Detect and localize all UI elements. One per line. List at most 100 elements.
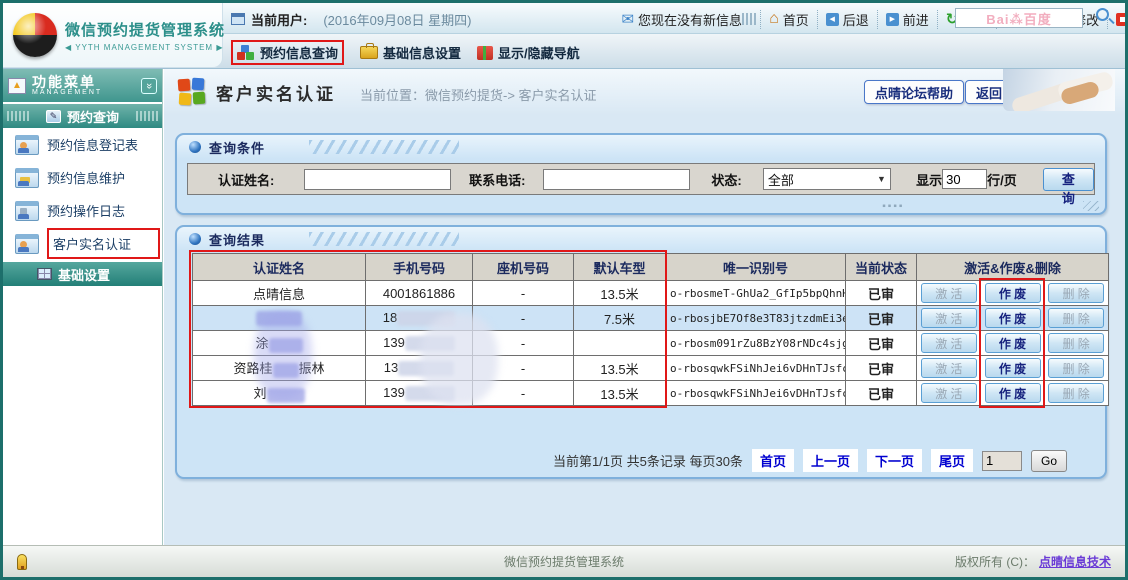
mobile-cell: 139 [366, 331, 473, 356]
query-panel-header: 查询条件 [177, 135, 1105, 159]
uid-cell: o-rbosm091rZu8BzY08rNDc4sjgw [666, 331, 846, 356]
activate-button: 激 活 [921, 383, 977, 403]
contact-phone-input[interactable] [543, 169, 690, 190]
monitor-icon [15, 201, 39, 221]
stripe-decoration [136, 111, 158, 121]
page-blocks-icon [178, 78, 206, 106]
pagination-bar: 当前第1/1页 共5条记录 每页30条 首页 上一页 下一页 尾页 Go [553, 449, 1067, 472]
sidebar-section-appointment-query[interactable]: ✎ 预约查询 [3, 104, 162, 128]
actions-cell: 激 活 作 废 删 除 [917, 356, 1109, 381]
truck-cell: 13.5米 [574, 356, 666, 381]
table-row: 刘 139 - 13.5米 o-rbosqwkFSiNhJei6vDHnTJsf… [193, 381, 1109, 406]
auth-name-cell[interactable]: 点晴信息 [193, 281, 366, 306]
first-page-link[interactable]: 首页 [752, 449, 794, 472]
col-auth-name: 认证姓名 [193, 254, 366, 281]
page-number-input[interactable] [982, 451, 1022, 471]
app-subtitle: ◀ YYTH MANAGEMENT SYSTEM ▶ [65, 43, 225, 52]
go-button[interactable]: Go [1031, 450, 1067, 472]
actions-cell: 激 活 作 废 删 除 [917, 381, 1109, 406]
pencil-icon: ✎ [46, 110, 61, 123]
mobile-cell: 139 [366, 381, 473, 406]
rows-per-page-input[interactable] [942, 169, 987, 189]
redacted-blob [405, 386, 455, 401]
mobile-cell: 18 [366, 306, 473, 331]
table-row: 资路桂振林 13 - 13.5米 o-rbosqwkFSiNhJei6vDHnT… [193, 356, 1109, 381]
status-select[interactable]: 全部 ▼ [763, 168, 891, 190]
invalidate-button[interactable]: 作 废 [985, 308, 1041, 328]
nav-item-toggle-sidebar[interactable]: 显示/隐藏导航 [477, 43, 580, 62]
activate-button: 激 活 [921, 333, 977, 353]
auth-name-input[interactable] [304, 169, 451, 190]
prev-page-link[interactable]: 上一页 [803, 449, 858, 472]
mobile-cell: 13 [366, 356, 473, 381]
auth-name-cell[interactable]: 刘 [193, 381, 366, 406]
activate-button: 激 活 [921, 283, 977, 303]
redacted-blob [269, 338, 303, 353]
app-window: 微信预约提货管理系统 ◀ YYTH MANAGEMENT SYSTEM ▶ 当前… [0, 0, 1128, 580]
chevron-down-icon: » [144, 82, 154, 88]
mobile-text: 18 [383, 310, 397, 325]
next-page-link[interactable]: 下一页 [867, 449, 922, 472]
cubes-icon [237, 45, 255, 61]
redacted-blob [256, 311, 302, 326]
section-label: 预约查询 [67, 107, 119, 126]
sidebar-item-info-maintenance[interactable]: 预约信息维护 [3, 161, 162, 194]
panel-drag-handle[interactable]: ▪▪▪▪ [882, 201, 904, 212]
search-button[interactable]: 查询 [1043, 168, 1094, 191]
redacted-blob [398, 361, 454, 376]
status-cell: 已审 [846, 331, 917, 356]
sidebar-section-basic-settings[interactable]: 基础设置 [3, 262, 162, 286]
delete-button: 删 除 [1048, 333, 1104, 353]
copyright-text: 版权所有 (C)： [955, 553, 1035, 570]
landline-cell: - [473, 331, 574, 356]
forward-link[interactable]: ▶ 前进 [877, 10, 937, 29]
name-text: 刘 [253, 386, 266, 401]
invalidate-button[interactable]: 作 废 [985, 383, 1041, 403]
auth-name-cell[interactable]: 资路桂振林 [193, 356, 366, 381]
sidebar-collapse-button[interactable]: » [141, 78, 157, 94]
invalidate-button[interactable]: 作 废 [985, 283, 1041, 303]
logout-icon [1116, 13, 1128, 26]
main-content: 客户实名认证 当前位置：微信预约提货-> 客户实名认证 点晴论坛帮助 返回 查询… [164, 69, 1125, 545]
results-panel-title: 查询结果 [209, 230, 265, 249]
app-logo-icon [13, 13, 57, 57]
activate-button: 激 活 [921, 308, 977, 328]
app-logo-block: 微信预约提货管理系统 ◀ YYTH MANAGEMENT SYSTEM ▶ [3, 3, 223, 68]
actions-cell: 激 活 作 废 删 除 [917, 331, 1109, 356]
sidebar-item-realname-auth[interactable]: 客户实名认证 [3, 227, 162, 260]
forum-help-button[interactable]: 点晴论坛帮助 [864, 80, 964, 104]
forward-icon: ▶ [886, 13, 899, 26]
baidu-search-input[interactable]: Bai⁂百度 [955, 8, 1083, 28]
query-form: 认证姓名: 联系电话: 状态: 全部 ▼ 显示 行/页 查询 [187, 163, 1095, 195]
search-icon[interactable] [1096, 8, 1109, 21]
toolbox-icon [360, 46, 378, 59]
actions-cell: 激 活 作 废 删 除 [917, 281, 1109, 306]
back-link[interactable]: ◀ 后退 [817, 10, 877, 29]
redacted-blob [273, 363, 299, 378]
auth-name-cell[interactable] [193, 306, 366, 331]
no-message-text: 您现在没有新信息 [638, 10, 742, 29]
uid-cell: o-rbosqwkFSiNhJei6vDHnTJsfc1 [666, 356, 846, 381]
sidebar-item-operation-log[interactable]: 预约操作日志 [3, 194, 162, 227]
nav-query-label: 预约信息查询 [260, 43, 338, 62]
sidebar-item-label: 预约操作日志 [47, 201, 125, 220]
auth-name-cell[interactable]: 涂 [193, 331, 366, 356]
footer: 微信预约提货管理系统 版权所有 (C)： 点晴信息技术 [3, 545, 1125, 577]
copyright-link[interactable]: 点晴信息技术 [1039, 553, 1111, 570]
person-badge-icon [15, 234, 39, 254]
table-row: 18 - 7.5米 o-rbosjbE7Of8e3T83jtzdmEi3eI 已… [193, 306, 1109, 331]
last-page-link[interactable]: 尾页 [931, 449, 973, 472]
invalidate-button[interactable]: 作 废 [985, 333, 1041, 353]
status-cell: 已审 [846, 356, 917, 381]
invalidate-button[interactable]: 作 废 [985, 358, 1041, 378]
status-label: 状态: [690, 170, 763, 189]
name-text: 涂 [255, 336, 268, 351]
sidebar-item-registration-list[interactable]: 预约信息登记表 [3, 128, 162, 161]
nav-item-appointment-query[interactable]: 预约信息查询 [231, 40, 344, 65]
mobile-text: 139 [383, 335, 405, 350]
window-icon [231, 13, 245, 25]
home-link[interactable]: ⌂ 首页 [760, 10, 817, 29]
nav-item-basic-settings[interactable]: 基础信息设置 [360, 43, 461, 62]
col-truck-type: 默认车型 [574, 254, 666, 281]
truck-cell: 13.5米 [574, 281, 666, 306]
